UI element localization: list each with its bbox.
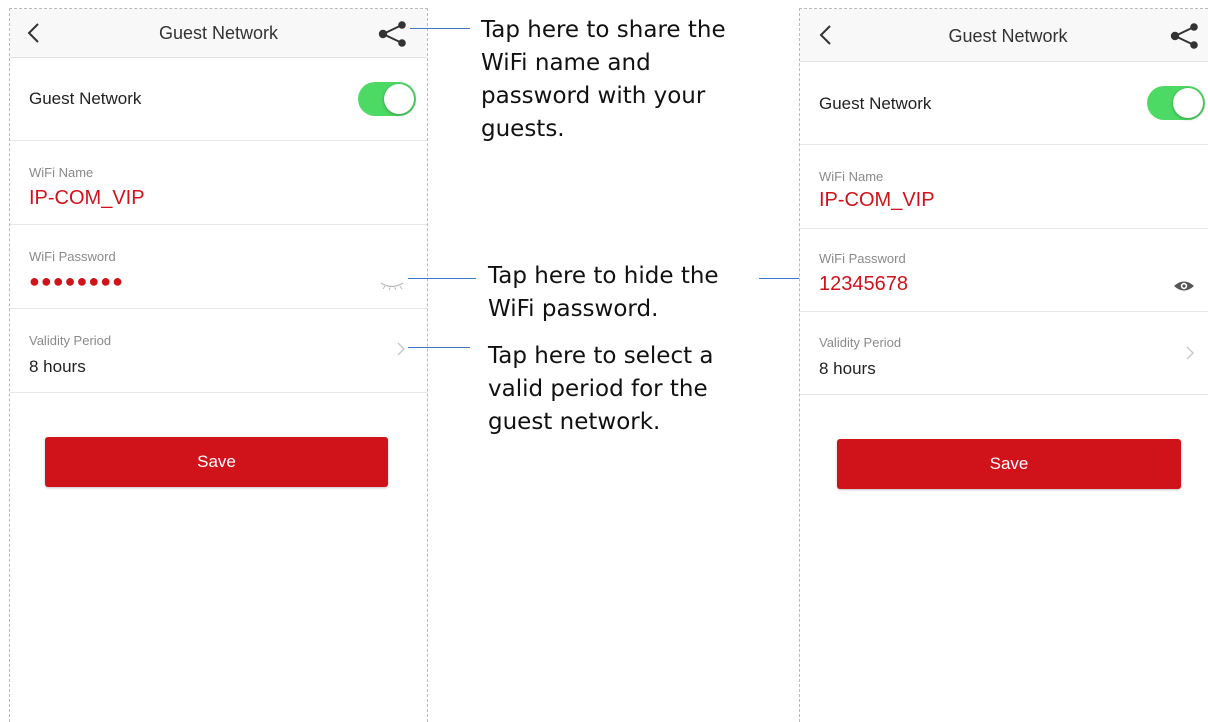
- hide-annotation-line-1: Tap here to hide the: [488, 263, 719, 289]
- navigation-bar: Guest Network: [10, 9, 427, 58]
- guest-network-row: Guest Network: [10, 58, 427, 141]
- validity-period-label: Validity Period: [819, 335, 902, 350]
- wifi-password-row[interactable]: WiFi Password ●●●●●●●●: [10, 225, 427, 309]
- wifi-password-label: WiFi Password: [29, 249, 116, 264]
- wifi-password-label: WiFi Password: [819, 251, 906, 266]
- validity-period-label: Validity Period: [29, 333, 112, 348]
- save-button[interactable]: Save: [45, 437, 388, 487]
- page-title: Guest Network: [948, 26, 1068, 46]
- page-title: Guest Network: [158, 23, 279, 43]
- validity-period-row[interactable]: Validity Period 8 hours: [800, 312, 1208, 395]
- guest-network-toggle[interactable]: [1147, 86, 1205, 120]
- chevron-right-icon[interactable]: [396, 341, 406, 357]
- wifi-name-row[interactable]: WiFi Name IP-COM_VIP: [800, 145, 1208, 229]
- toggle-knob: [1173, 88, 1203, 118]
- share-icon[interactable]: [1169, 23, 1201, 49]
- hide-callout-line-left: [408, 278, 476, 279]
- share-annotation-line-4: guests.: [481, 116, 565, 143]
- wifi-name-value[interactable]: IP-COM_VIP: [29, 187, 145, 210]
- validity-annotation-line-2: valid period for the: [488, 376, 708, 403]
- right-phone-screen: Guest Network Guest Network WiFi Name IP…: [799, 8, 1208, 722]
- wifi-name-label: WiFi Name: [29, 165, 94, 180]
- wifi-name-label: WiFi Name: [819, 169, 884, 184]
- validity-period-value: 8 hours: [29, 357, 86, 376]
- guest-network-row: Guest Network: [800, 62, 1208, 145]
- chevron-right-icon[interactable]: [1185, 345, 1195, 361]
- wifi-password-row[interactable]: WiFi Password 12345678: [800, 229, 1208, 312]
- left-phone-screen: Guest Network Guest Network WiFi Name IP…: [9, 8, 428, 722]
- share-annotation-line-3: password with your: [481, 83, 706, 110]
- share-annotation: Tap here to share the WiFi name and pass…: [481, 14, 726, 146]
- wifi-name-row[interactable]: WiFi Name IP-COM_VIP: [10, 141, 427, 225]
- validity-period-row[interactable]: Validity Period 8 hours: [10, 309, 427, 393]
- wifi-password-value[interactable]: ●●●●●●●●: [29, 271, 124, 292]
- navigation-bar: Guest Network: [800, 9, 1208, 62]
- hide-annotation: Tap here to hide the WiFi password.: [488, 260, 719, 326]
- guest-network-label: Guest Network: [819, 94, 932, 113]
- toggle-knob: [384, 84, 414, 114]
- wifi-name-value[interactable]: IP-COM_VIP: [819, 189, 935, 212]
- validity-callout-line: [408, 347, 470, 348]
- share-annotation-line-1: Tap here to share the: [481, 17, 726, 43]
- share-annotation-line-2: WiFi name and: [481, 50, 651, 77]
- eye-icon[interactable]: [1173, 279, 1195, 293]
- validity-annotation-line-3: guest network.: [488, 409, 661, 436]
- validity-annotation: Tap here to select a valid period for th…: [488, 340, 714, 439]
- validity-annotation-line-1: Tap here to select a: [488, 343, 714, 369]
- guest-network-toggle[interactable]: [358, 82, 416, 116]
- wifi-password-value[interactable]: 12345678: [819, 273, 908, 296]
- eye-closed-icon[interactable]: [379, 280, 405, 290]
- guest-network-label: Guest Network: [29, 89, 142, 108]
- share-callout-line: [410, 28, 470, 29]
- hide-annotation-line-2: WiFi password.: [488, 296, 659, 323]
- share-icon[interactable]: [377, 21, 409, 47]
- validity-period-value: 8 hours: [819, 359, 876, 378]
- save-button[interactable]: Save: [837, 439, 1181, 489]
